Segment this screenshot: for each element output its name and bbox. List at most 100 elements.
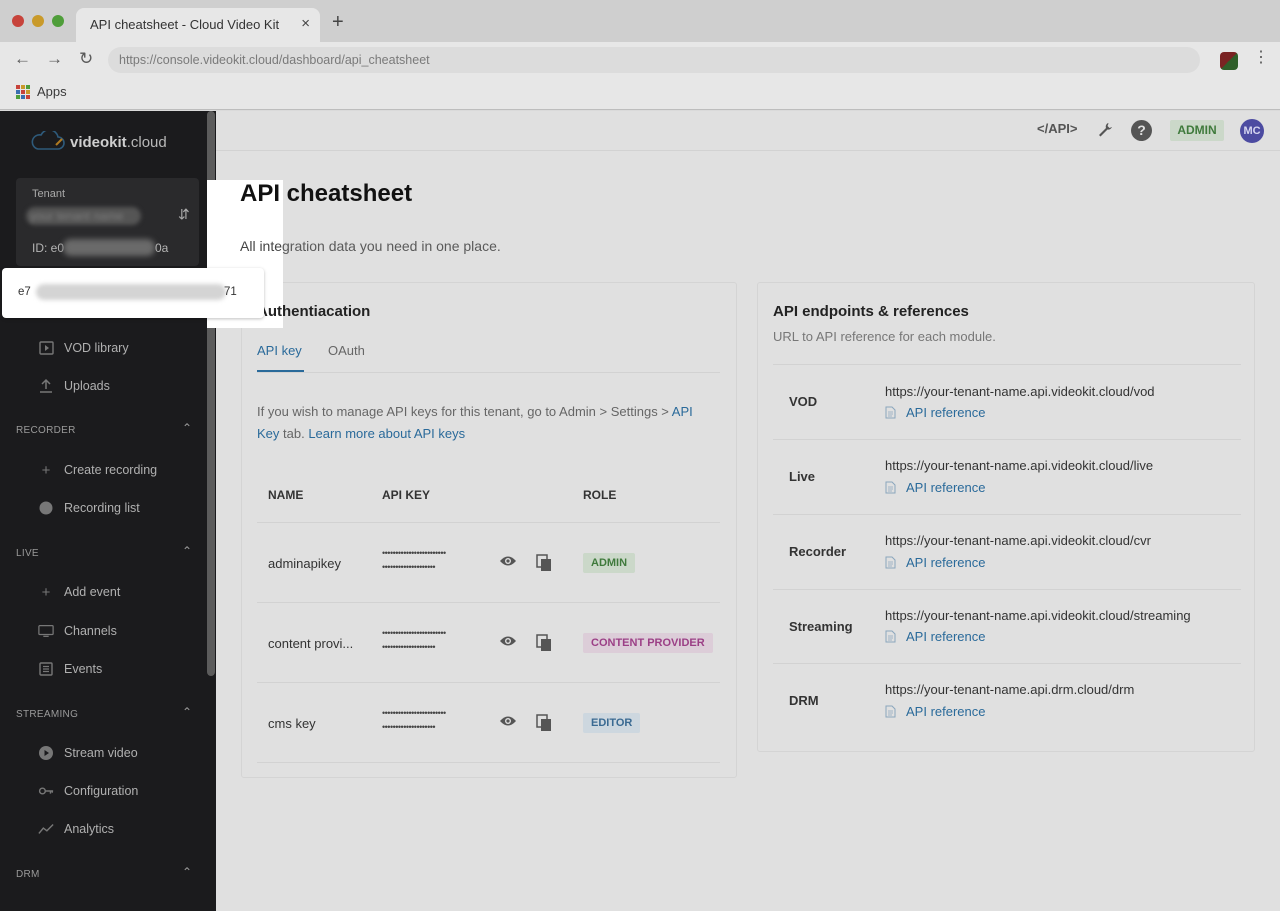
- tenant-id-tooltip: e7 71: [2, 268, 264, 318]
- chevron-updown-icon[interactable]: ⇵: [178, 207, 190, 221]
- sidebar-item-configuration[interactable]: Configuration: [38, 781, 138, 801]
- copy-icon[interactable]: [536, 634, 552, 652]
- endpoint-url: https://your-tenant-name.api.videokit.cl…: [885, 608, 1191, 623]
- api-reference-link[interactable]: API reference: [885, 555, 986, 570]
- api-reference-link[interactable]: API reference: [885, 405, 986, 420]
- apps-grid-dot: [16, 95, 20, 99]
- sidebar-item-vod-library[interactable]: VOD library: [38, 338, 129, 358]
- spotlight-title: API cheatsheet: [240, 180, 283, 207]
- document-icon: [885, 630, 896, 643]
- browser-toolbar: ← → ↻ https://console.videokit.cloud/das…: [0, 42, 1280, 78]
- sidebar-item-add-event[interactable]: + Add event: [38, 582, 121, 602]
- address-url: https://console.videokit.cloud/dashboard…: [119, 53, 430, 67]
- sidebar-item-channels[interactable]: Channels: [38, 621, 117, 641]
- document-icon: [885, 705, 896, 718]
- tab-api-key[interactable]: API key: [257, 343, 302, 358]
- address-bar[interactable]: https://console.videokit.cloud/dashboard…: [108, 47, 1200, 73]
- record-dot-icon: [38, 500, 54, 516]
- masked-api-key: •••••••••••••••••••••••• ••••••••••••••••…: [382, 708, 446, 732]
- avatar[interactable]: MC: [1240, 119, 1264, 143]
- trend-line-icon: [38, 821, 54, 837]
- chevron-up-icon[interactable]: ⌃: [182, 421, 192, 435]
- browser-tab[interactable]: API cheatsheet - Cloud Video Kit ×: [76, 8, 320, 42]
- endpoint-url: https://your-tenant-name.api.videokit.cl…: [885, 384, 1155, 399]
- help-icon[interactable]: ?: [1131, 120, 1152, 141]
- api-reference-link[interactable]: API reference: [885, 704, 986, 719]
- chevron-up-icon[interactable]: ⌃: [182, 705, 192, 719]
- apps-grid-dot: [21, 85, 25, 89]
- section-live: LIVE: [16, 548, 39, 559]
- endpoint-divider: [773, 439, 1241, 440]
- apps-grid-icon[interactable]: [16, 85, 30, 99]
- tenant-id-blur: [63, 239, 155, 256]
- browser-menu-icon[interactable]: ⋮: [1253, 50, 1269, 66]
- bookmark-apps[interactable]: Apps: [37, 84, 67, 99]
- tenant-id-full-suffix: 71: [224, 286, 237, 298]
- tabs-divider: [257, 372, 720, 373]
- new-tab-button[interactable]: +: [332, 12, 344, 32]
- sidebar-item-label: Recording list: [64, 501, 140, 515]
- masked-api-key: •••••••••••••••••••••••• ••••••••••••••••…: [382, 548, 446, 572]
- learn-more-api-keys-link[interactable]: Learn more about API keys: [308, 426, 465, 441]
- sidebar-item-label: Configuration: [64, 784, 139, 798]
- maximize-window-button[interactable]: [52, 15, 64, 27]
- minimize-window-button[interactable]: [32, 15, 44, 27]
- api-code-icon[interactable]: </API>: [1037, 121, 1077, 136]
- sidebar-item-label: VOD library: [64, 341, 129, 355]
- eye-icon[interactable]: [499, 554, 517, 572]
- endpoint-name: Streaming: [789, 619, 853, 634]
- document-icon: [885, 406, 896, 419]
- sidebar-item-recording-list[interactable]: Recording list: [38, 498, 140, 518]
- apps-grid-dot: [26, 90, 30, 94]
- api-reference-link[interactable]: API reference: [885, 480, 986, 495]
- endpoints-title: API endpoints & references: [773, 303, 969, 320]
- api-key-name: adminapikey: [268, 556, 341, 571]
- chevron-up-icon[interactable]: ⌃: [182, 865, 192, 879]
- cloud-logo-icon: [31, 131, 65, 150]
- api-key-help-text: If you wish to manage API keys for this …: [257, 404, 693, 441]
- table-divider: [257, 682, 720, 683]
- play-circle-icon: [38, 745, 54, 761]
- sidebar-item-events[interactable]: Events: [38, 659, 102, 679]
- tab-oauth[interactable]: OAuth: [328, 343, 365, 358]
- close-window-button[interactable]: [12, 15, 24, 27]
- copy-icon[interactable]: [536, 714, 552, 732]
- sidebar-item-analytics[interactable]: Analytics: [38, 819, 114, 839]
- column-header-api-key: API KEY: [382, 488, 431, 502]
- back-arrow-icon[interactable]: ←: [14, 50, 31, 67]
- sidebar-item-label: Analytics: [64, 822, 115, 836]
- section-drm: DRM: [16, 869, 40, 880]
- eye-icon[interactable]: [499, 714, 517, 732]
- endpoint-url: https://your-tenant-name.api.drm.cloud/d…: [885, 682, 1135, 697]
- copy-icon[interactable]: [536, 554, 552, 572]
- wrench-icon[interactable]: [1097, 121, 1114, 143]
- tenant-name: your tenant name: [30, 209, 124, 223]
- sidebar-item-label: Create recording: [64, 463, 158, 477]
- sidebar-item-label: Add event: [64, 585, 121, 599]
- endpoint-url: https://your-tenant-name.api.videokit.cl…: [885, 458, 1154, 473]
- browser-tab-title: API cheatsheet - Cloud Video Kit: [90, 17, 280, 32]
- sidebar-item-label: Uploads: [64, 379, 110, 393]
- close-tab-icon[interactable]: ×: [301, 15, 310, 32]
- endpoints-subtitle: URL to API reference for each module.: [773, 329, 996, 344]
- reload-icon[interactable]: ↻: [79, 50, 93, 67]
- chevron-up-icon[interactable]: ⌃: [182, 544, 192, 558]
- apps-grid-dot: [16, 90, 20, 94]
- sidebar-item-uploads[interactable]: Uploads: [38, 376, 110, 396]
- video-library-icon: [38, 340, 54, 356]
- sidebar-item-label: Events: [64, 662, 103, 676]
- eye-icon[interactable]: [499, 634, 517, 652]
- section-streaming: STREAMING: [16, 709, 79, 720]
- endpoint-divider: [773, 663, 1241, 664]
- endpoint-divider: [773, 364, 1241, 365]
- extension-icon[interactable]: [1220, 52, 1238, 70]
- role-badge: CONTENT PROVIDER: [583, 633, 713, 653]
- endpoint-name: VOD: [789, 394, 818, 409]
- sidebar-item-create-recording[interactable]: + Create recording: [38, 460, 158, 480]
- api-reference-link[interactable]: API reference: [885, 629, 986, 644]
- sidebar-item-stream-video[interactable]: Stream video: [38, 743, 138, 763]
- plus-icon: +: [41, 461, 51, 479]
- apps-grid-dot: [21, 90, 25, 94]
- app-logo[interactable]: videokit.cloud: [70, 134, 167, 151]
- forward-arrow-icon[interactable]: →: [46, 50, 63, 67]
